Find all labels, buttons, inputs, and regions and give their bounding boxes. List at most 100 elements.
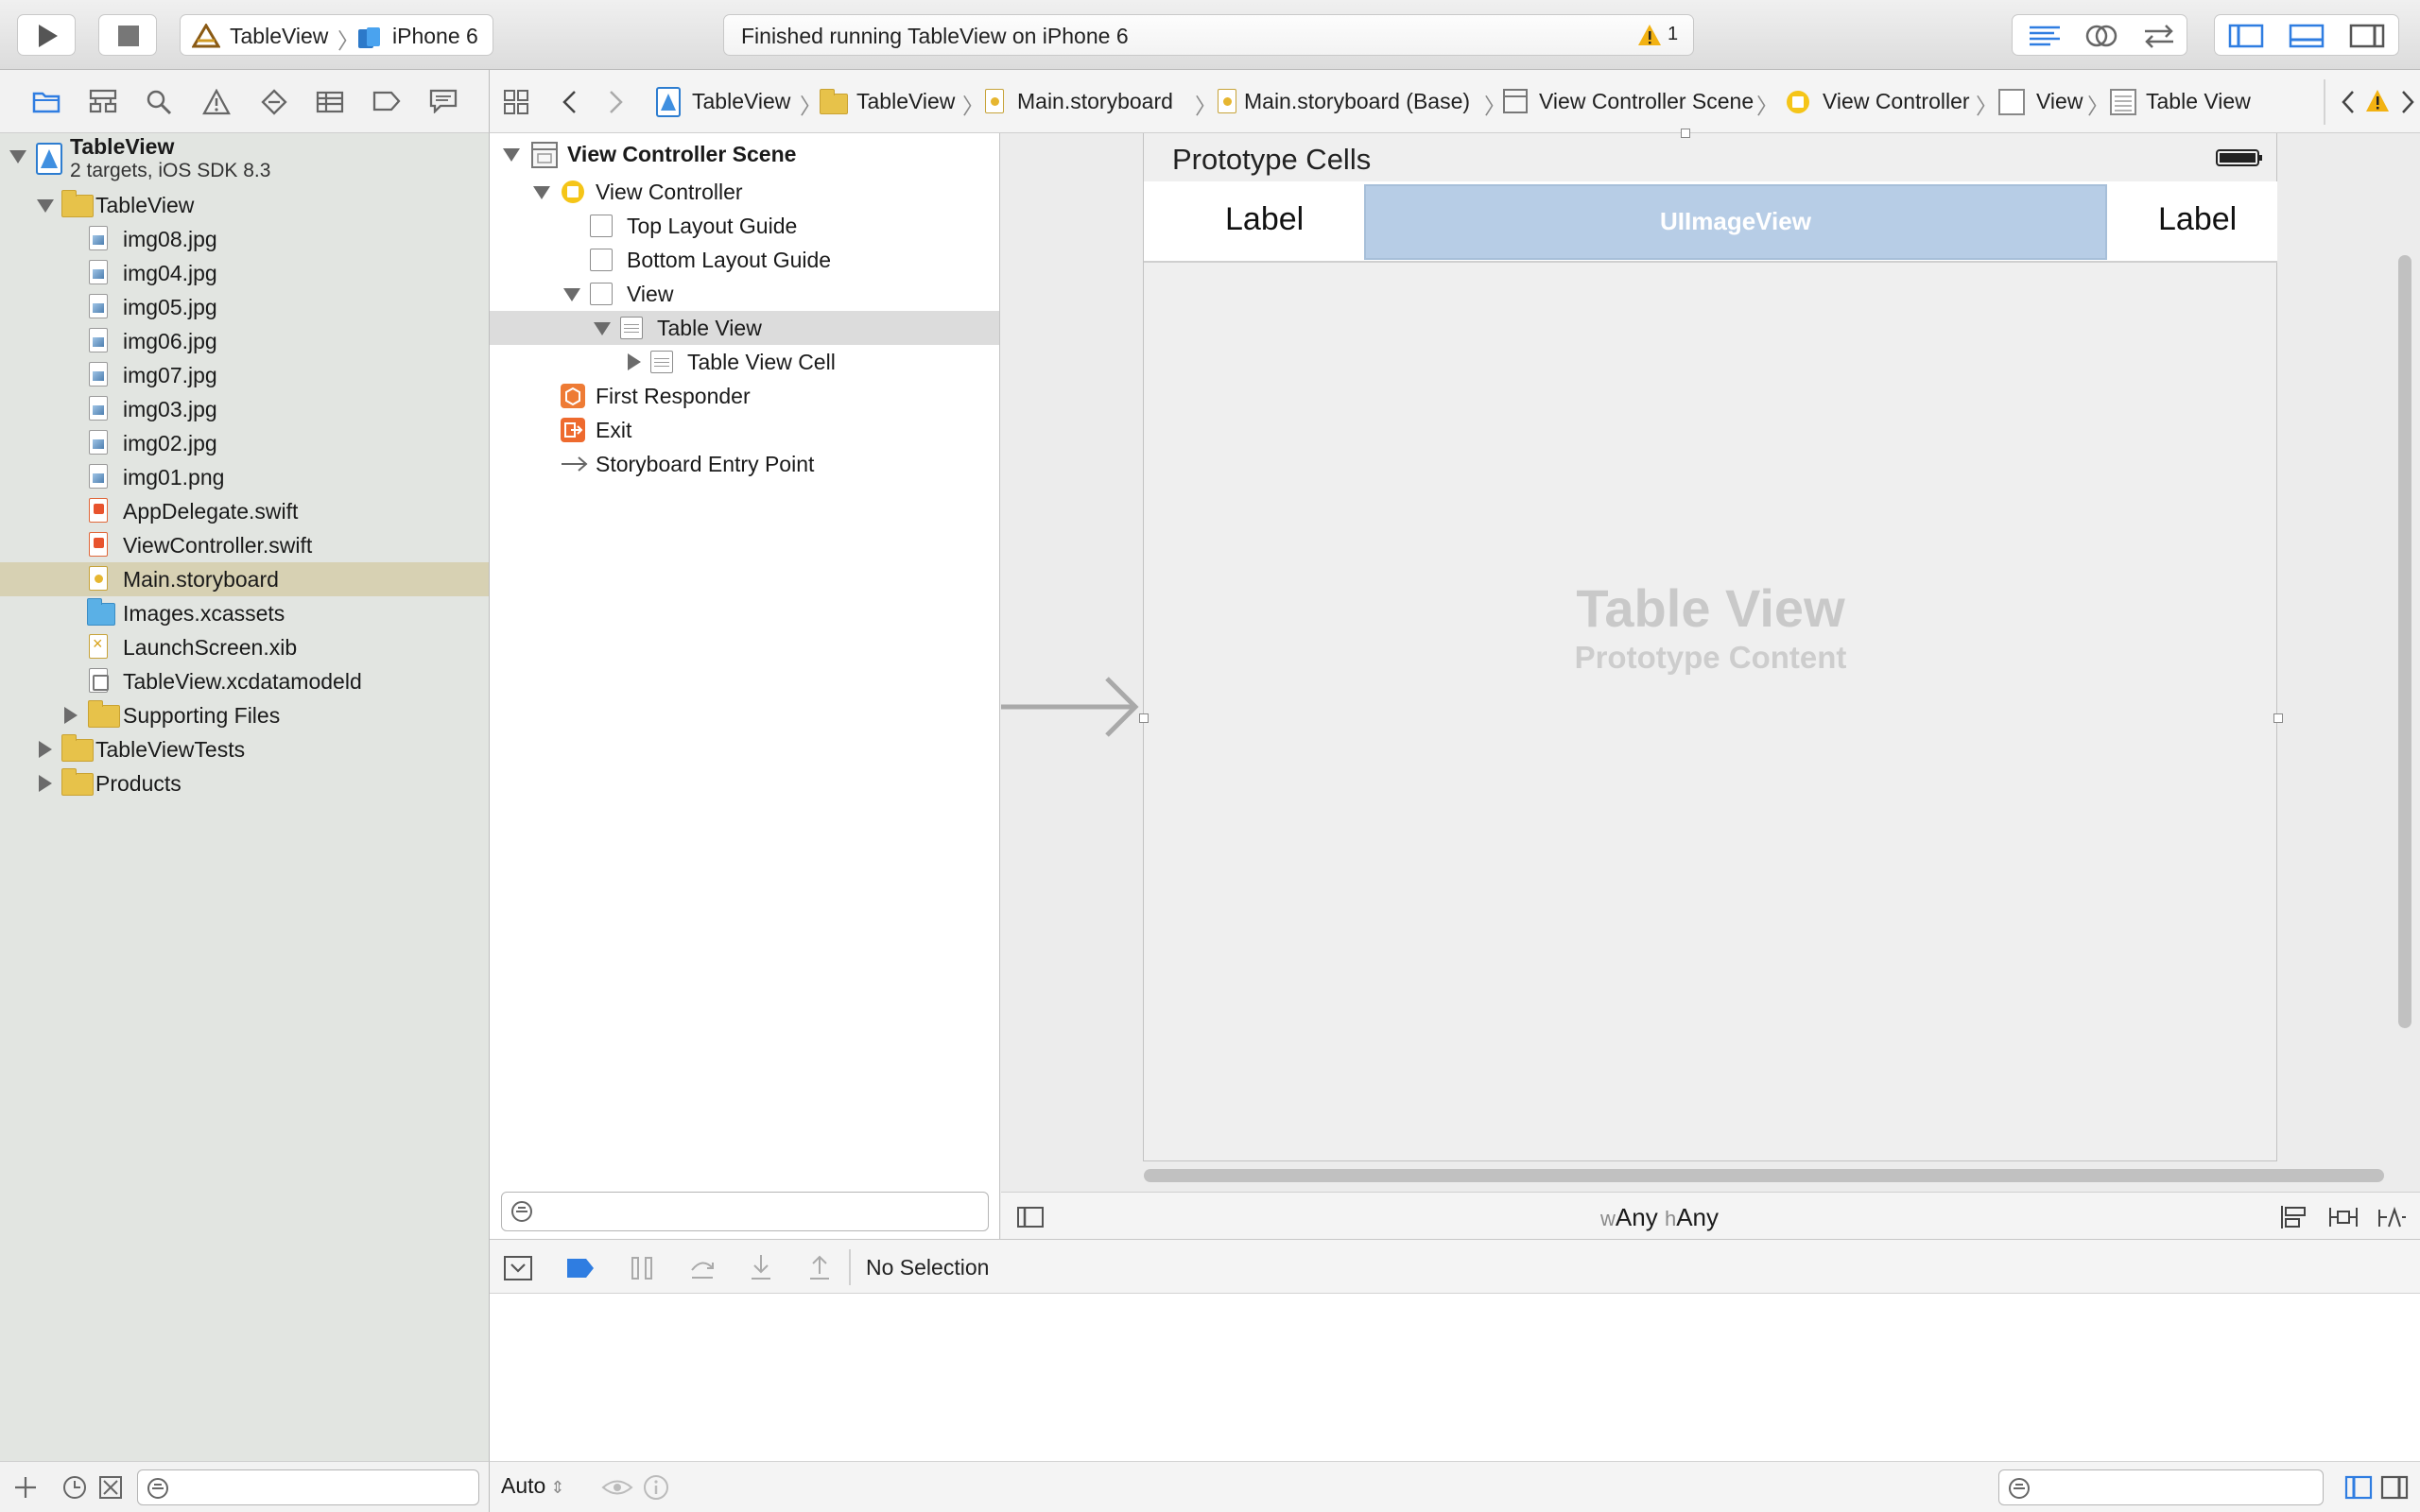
warning-icon[interactable] (2365, 89, 2390, 113)
pause-icon[interactable] (630, 1255, 654, 1281)
step-into-icon[interactable] (749, 1253, 773, 1281)
outline-row-exit[interactable]: Exit (490, 413, 999, 447)
project-navigator-icon[interactable] (32, 89, 60, 113)
toggle-outline-icon[interactable] (1016, 1206, 1045, 1228)
outline-row-table-view-cell[interactable]: Table View Cell (490, 345, 999, 379)
disclosure-expanded-icon[interactable] (533, 186, 550, 199)
group-row-supporting-files[interactable]: Supporting Files (0, 698, 489, 732)
variables-scope-popup[interactable]: Auto ⇕ (501, 1473, 564, 1499)
issue-navigator-icon[interactable] (202, 89, 231, 115)
resize-handle[interactable] (1139, 713, 1149, 723)
disclosure-collapsed-icon[interactable] (64, 707, 78, 724)
previous-issue-icon[interactable] (2339, 89, 2358, 115)
standard-editor-icon[interactable] (2028, 25, 2062, 47)
toggle-debug-area-icon[interactable] (2289, 24, 2325, 48)
hide-debug-area-icon[interactable] (503, 1255, 533, 1281)
breadcrumb-item[interactable]: View Controller Scene (1539, 89, 1754, 114)
align-icon[interactable] (2279, 1204, 2309, 1230)
forward-arrow-icon[interactable] (607, 89, 626, 115)
console-area[interactable] (490, 1294, 2420, 1461)
breakpoints-toggle-icon[interactable] (565, 1257, 596, 1280)
resize-handle[interactable] (1681, 129, 1690, 138)
navigator-filter-input[interactable] (137, 1469, 479, 1505)
file-row[interactable]: img01.png (0, 460, 489, 494)
file-row[interactable]: img04.jpg (0, 256, 489, 290)
step-out-icon[interactable] (807, 1253, 832, 1281)
file-row[interactable]: img02.jpg (0, 426, 489, 460)
toggle-utilities-icon[interactable] (2349, 24, 2385, 48)
disclosure-expanded-icon[interactable] (9, 150, 26, 163)
file-row[interactable]: Images.xcassets (0, 596, 489, 630)
outline-filter-input[interactable] (501, 1192, 989, 1231)
project-row[interactable]: TableView 2 targets, iOS SDK 8.3 (0, 133, 489, 186)
stop-button[interactable] (98, 14, 157, 56)
show-console-view-icon[interactable] (2380, 1475, 2409, 1500)
disclosure-expanded-icon[interactable] (503, 148, 520, 162)
breadcrumb-item[interactable]: Main.storyboard (Base) (1244, 89, 1470, 114)
file-row[interactable]: img06.jpg (0, 324, 489, 358)
outline-row-view[interactable]: View (490, 277, 999, 311)
vertical-scrollbar[interactable] (2398, 255, 2411, 1028)
step-over-icon[interactable] (688, 1255, 717, 1281)
breadcrumb-item[interactable]: View Controller (1823, 89, 1970, 114)
warning-icon[interactable] (1637, 24, 1662, 46)
cell-right-label[interactable]: Label (2158, 201, 2237, 238)
horizontal-scrollbar[interactable] (1144, 1169, 2384, 1182)
cell-image-view[interactable]: UIImageView (1364, 184, 2107, 260)
breadcrumb-item[interactable]: Main.storyboard (1017, 89, 1173, 114)
file-row[interactable]: AppDelegate.swift (0, 494, 489, 528)
view-controller-scene[interactable]: Prototype Cells Table View Prototype Con… (1139, 129, 2283, 1161)
pin-icon[interactable] (2328, 1204, 2359, 1230)
file-row[interactable]: img05.jpg (0, 290, 489, 324)
assistant-editor-icon[interactable] (2084, 23, 2118, 49)
report-navigator-icon[interactable] (429, 89, 458, 113)
cell-left-label[interactable]: Label (1225, 201, 1304, 238)
add-icon[interactable] (13, 1475, 38, 1500)
run-button[interactable] (17, 14, 76, 56)
toggle-navigator-icon[interactable] (2228, 24, 2264, 48)
disclosure-expanded-icon[interactable] (37, 199, 54, 213)
find-navigator-icon[interactable] (146, 89, 172, 115)
test-navigator-icon[interactable] (261, 89, 287, 115)
disclosure-expanded-icon[interactable] (594, 322, 611, 335)
version-editor-icon[interactable] (2141, 23, 2177, 49)
file-row[interactable]: LaunchScreen.xib (0, 630, 489, 664)
show-variables-view-icon[interactable] (2344, 1475, 2373, 1500)
group-row-tableview[interactable]: TableView (0, 188, 489, 222)
source-control-filter-icon[interactable] (98, 1475, 123, 1500)
debug-navigator-icon[interactable] (316, 91, 344, 113)
file-row[interactable]: img03.jpg (0, 392, 489, 426)
group-row-products[interactable]: Products (0, 766, 489, 800)
quick-look-eye-icon[interactable] (601, 1475, 633, 1500)
console-filter-input[interactable] (1998, 1469, 2324, 1505)
resize-handle[interactable] (2273, 713, 2283, 723)
recent-files-clock-icon[interactable] (62, 1475, 87, 1500)
disclosure-collapsed-icon[interactable] (39, 741, 52, 758)
file-row[interactable]: ViewController.swift (0, 528, 489, 562)
related-items-icon[interactable] (503, 89, 529, 115)
outline-row-first-responder[interactable]: First Responder (490, 379, 999, 413)
size-class-control[interactable]: wAny hAny (1600, 1203, 1719, 1232)
next-issue-icon[interactable] (2399, 89, 2418, 115)
outline-row-scene[interactable]: View Controller Scene (490, 137, 999, 171)
outline-row-bottom-layout-guide[interactable]: Bottom Layout Guide (490, 243, 999, 277)
file-row[interactable]: img08.jpg (0, 222, 489, 256)
disclosure-collapsed-icon[interactable] (628, 353, 641, 370)
outline-row-entry-point[interactable]: Storyboard Entry Point (490, 447, 999, 481)
storyboard-entry-arrow-icon[interactable] (1001, 667, 1143, 739)
resolve-auto-layout-icon[interactable] (2377, 1204, 2408, 1230)
symbol-navigator-icon[interactable] (89, 89, 117, 113)
outline-row-table-view-selected[interactable]: Table View (490, 311, 999, 345)
outline-row-top-layout-guide[interactable]: Top Layout Guide (490, 209, 999, 243)
disclosure-expanded-icon[interactable] (563, 288, 580, 301)
group-row-tests[interactable]: TableViewTests (0, 732, 489, 766)
file-row[interactable]: img07.jpg (0, 358, 489, 392)
breadcrumb-item[interactable]: TableView (692, 89, 790, 114)
file-row[interactable]: TableView.xcdatamodeld (0, 664, 489, 698)
outline-row-view-controller[interactable]: View Controller (490, 175, 999, 209)
breadcrumb-item[interactable]: Table View (2146, 89, 2251, 114)
breadcrumb-item[interactable]: TableView (856, 89, 955, 114)
scheme-selector[interactable]: TableView 〉 iPhone 6 (180, 14, 493, 56)
prototype-cell[interactable]: Label UIImageView Label (1144, 181, 2277, 263)
disclosure-collapsed-icon[interactable] (39, 775, 52, 792)
